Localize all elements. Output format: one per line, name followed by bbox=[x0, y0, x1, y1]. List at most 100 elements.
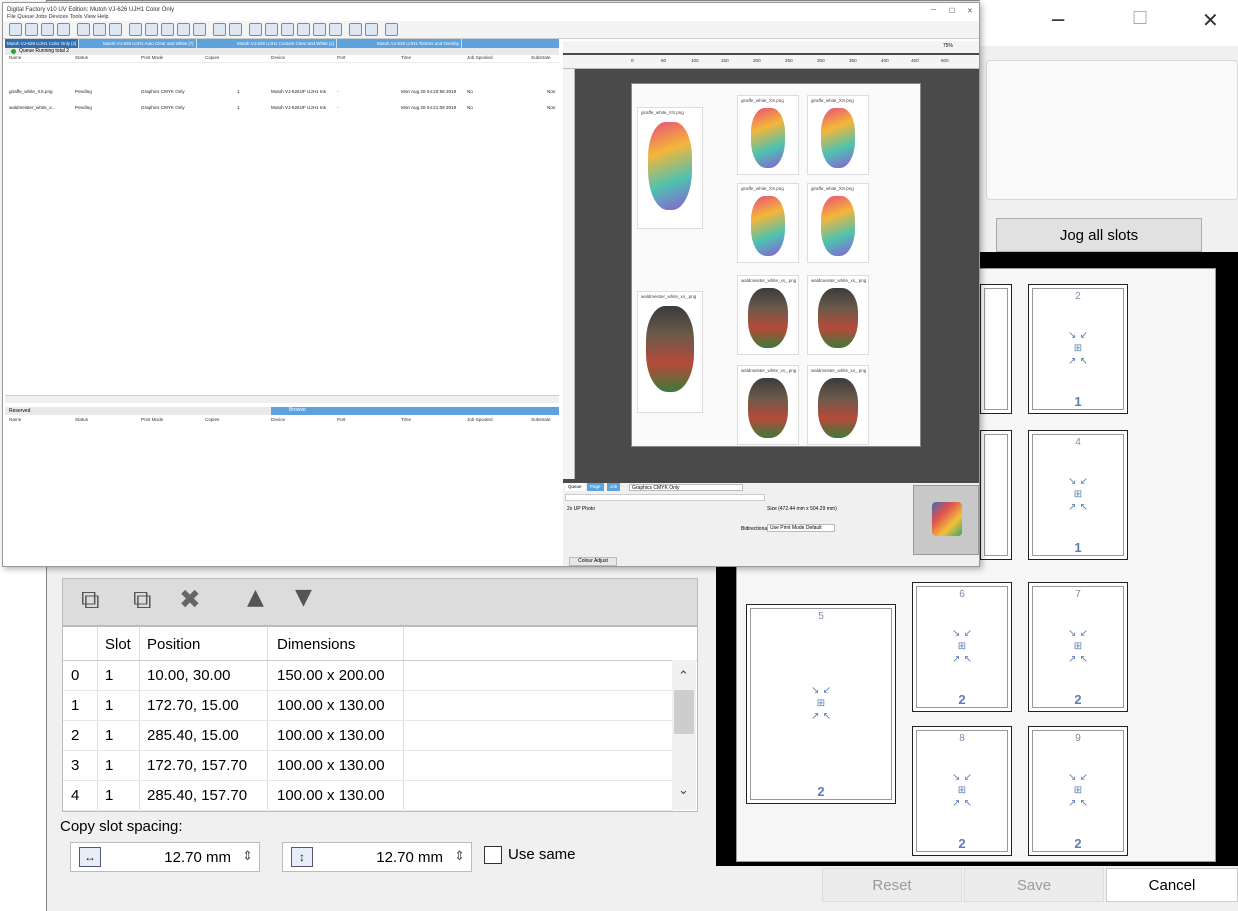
copy-slot-icon[interactable]: ⧉ bbox=[133, 585, 152, 616]
device-tab[interactable]: Mutoh VJ-626 UJH1 Color Only [2] bbox=[5, 39, 80, 48]
toolbar-tool-icon[interactable] bbox=[161, 23, 174, 36]
bidirectional-select[interactable]: Use Print Mode Default bbox=[767, 524, 835, 532]
table-row[interactable]: 0 1 10.00, 30.00 150.00 x 200.00 bbox=[63, 661, 673, 691]
toolbar-tool-icon[interactable] bbox=[177, 23, 190, 36]
toolbar-tool-icon[interactable] bbox=[297, 23, 310, 36]
table-row[interactable]: 1 1 172.70, 15.00 100.00 x 130.00 bbox=[63, 691, 673, 721]
job-thumbnail[interactable]: waldmeister_white_xs_.png bbox=[807, 365, 869, 445]
toolbar-tool-icon[interactable] bbox=[365, 23, 378, 36]
toolbar-tool-icon[interactable] bbox=[249, 23, 262, 36]
slot-2[interactable]: 2 ↘ ↙ ⊞ ↗ ↖ 1 bbox=[1028, 284, 1128, 414]
job-thumbnail[interactable]: giraffe_white_XS.png bbox=[737, 183, 799, 263]
column-header[interactable]: Port bbox=[337, 55, 345, 60]
toolbar-tool-icon[interactable] bbox=[129, 23, 142, 36]
move-down-icon[interactable]: ▼ bbox=[295, 585, 312, 610]
df-menubar[interactable]: File Queue Jobs Devices Tools View Help bbox=[7, 14, 109, 20]
spinner-icon[interactable]: ⇕ bbox=[454, 848, 465, 864]
slot-8[interactable]: 8 ↘ ↙ ⊞ ↗ ↖ 2 bbox=[912, 726, 1012, 856]
reset-button[interactable]: Reset bbox=[822, 868, 962, 902]
table-row[interactable]: 4 1 285.40, 157.70 100.00 x 130.00 bbox=[63, 781, 673, 811]
delete-icon[interactable]: ✖ bbox=[179, 585, 201, 615]
device-tab[interactable]: Mutoh VJ-626 UJH1 Custom Clear and White… bbox=[235, 39, 338, 48]
slot-partial[interactable] bbox=[980, 284, 1012, 414]
toolbar-tool-icon[interactable] bbox=[329, 23, 342, 36]
job-thumbnail[interactable]: giraffe_white_XS.png bbox=[637, 107, 703, 229]
toolbar-tool-icon[interactable] bbox=[57, 23, 70, 36]
tab-page[interactable]: Page bbox=[587, 483, 604, 491]
toolbar-tool-icon[interactable] bbox=[313, 23, 326, 36]
toolbar-tool-icon[interactable] bbox=[93, 23, 106, 36]
toolbar-tool-icon[interactable] bbox=[109, 23, 122, 36]
slot-4[interactable]: 4 ↘ ↙ ⊞ ↗ ↖ 1 bbox=[1028, 430, 1128, 560]
toolbar-tool-icon[interactable] bbox=[145, 23, 158, 36]
column-header-dimensions[interactable]: Dimensions bbox=[277, 636, 355, 653]
column-header-slot[interactable]: Slot bbox=[105, 636, 131, 653]
df-close-icon[interactable]: ✕ bbox=[967, 7, 973, 15]
jog-all-slots-button[interactable]: Jog all slots bbox=[996, 218, 1202, 252]
cancel-button[interactable]: Cancel bbox=[1106, 868, 1238, 902]
toolbar-tool-icon[interactable] bbox=[349, 23, 362, 36]
column-header[interactable]: Name bbox=[9, 417, 21, 422]
vertical-spacing-input[interactable]: ↕ 12.70 mm ⇕ bbox=[282, 842, 472, 872]
slot-partial[interactable] bbox=[980, 430, 1012, 560]
df-minimize-icon[interactable]: ─ bbox=[931, 7, 936, 14]
job-thumbnail[interactable]: giraffe_white_XS.png bbox=[807, 95, 869, 175]
table-row[interactable]: 2 1 285.40, 15.00 100.00 x 130.00 bbox=[63, 721, 673, 751]
add-slot-icon[interactable]: ⧉ bbox=[81, 585, 100, 616]
column-header[interactable]: Job Spooled bbox=[467, 417, 493, 422]
maximize-icon[interactable]: ☐ bbox=[1132, 8, 1148, 29]
toolbar-tool-icon[interactable] bbox=[9, 23, 22, 36]
zoom-level[interactable]: 75% bbox=[943, 43, 953, 49]
print-mode-select[interactable]: Graphics CMYK Only bbox=[629, 484, 743, 491]
browse-tab[interactable]: Browse bbox=[271, 407, 559, 415]
toolbar-tool-icon[interactable] bbox=[281, 23, 294, 36]
save-button[interactable]: Save bbox=[964, 868, 1104, 902]
move-up-icon[interactable]: ▲ bbox=[247, 585, 264, 610]
horizontal-spacing-input[interactable]: ↔ 12.70 mm ⇕ bbox=[70, 842, 260, 872]
scroll-up-icon[interactable]: ⌃ bbox=[678, 668, 689, 684]
slot-9[interactable]: 9 ↘ ↙ ⊞ ↗ ↖ 2 bbox=[1028, 726, 1128, 856]
slot-6[interactable]: 6 ↘ ↙ ⊞ ↗ ↖ 2 bbox=[912, 582, 1012, 712]
toolbar-tool-icon[interactable] bbox=[265, 23, 278, 36]
close-icon[interactable]: ✕ bbox=[1202, 8, 1219, 32]
df-maximize-icon[interactable]: ☐ bbox=[949, 7, 955, 15]
spinner-icon[interactable]: ⇕ bbox=[242, 848, 253, 864]
column-header[interactable]: Time bbox=[401, 55, 411, 60]
minimize-icon[interactable]: ─ bbox=[1052, 8, 1064, 32]
column-header[interactable]: Substrate bbox=[531, 55, 551, 60]
use-same-checkbox[interactable]: Use same bbox=[484, 846, 576, 865]
scrollbar-thumb[interactable] bbox=[674, 690, 694, 734]
job-thumbnail[interactable]: waldmeister_white_xs_.png bbox=[807, 275, 869, 355]
table-row[interactable]: 3 1 172.70, 157.70 100.00 x 130.00 bbox=[63, 751, 673, 781]
column-header-position[interactable]: Position bbox=[147, 636, 200, 653]
column-header[interactable]: Print Mode bbox=[141, 55, 163, 60]
toolbar-tool-icon[interactable] bbox=[213, 23, 226, 36]
job-thumbnail[interactable]: giraffe_white_XS.png bbox=[807, 183, 869, 263]
toolbar-tool-icon[interactable] bbox=[41, 23, 54, 36]
job-thumbnail[interactable]: waldmeister_white_xs_.png bbox=[637, 291, 703, 413]
device-tab[interactable]: Mutoh VJ-626 UJH1 Auto Clear and White [… bbox=[101, 39, 197, 48]
column-header[interactable]: Job Spooled bbox=[467, 55, 493, 60]
column-header[interactable]: Port bbox=[337, 417, 345, 422]
slot-5[interactable]: 5 ↘ ↙ ⊞ ↗ ↖ 2 bbox=[746, 604, 896, 804]
device-tab[interactable]: Mutoh VJ-626 UJH1 Tiebars and Overlay bbox=[375, 39, 463, 48]
job-thumbnail[interactable]: waldmeister_white_xs_.png bbox=[737, 275, 799, 355]
column-header[interactable]: Substrate bbox=[531, 417, 551, 422]
tab-queue[interactable]: Queue bbox=[565, 483, 585, 491]
tab-job[interactable]: Job bbox=[607, 483, 621, 491]
toolbar-tool-icon[interactable] bbox=[193, 23, 206, 36]
layout-select[interactable] bbox=[565, 494, 765, 501]
column-header[interactable]: Time bbox=[401, 417, 411, 422]
column-header[interactable]: Device bbox=[271, 417, 285, 422]
column-header[interactable]: Status bbox=[75, 55, 88, 60]
column-header[interactable]: Copies bbox=[205, 55, 219, 60]
column-header[interactable]: Status bbox=[75, 417, 88, 422]
scroll-down-icon[interactable]: ⌄ bbox=[678, 782, 689, 798]
toolbar-tool-icon[interactable] bbox=[229, 23, 242, 36]
toolbar-tool-icon[interactable] bbox=[385, 23, 398, 36]
toolbar-tool-icon[interactable] bbox=[77, 23, 90, 36]
job-thumbnail[interactable]: waldmeister_white_xs_.png bbox=[737, 365, 799, 445]
checkbox-box[interactable] bbox=[484, 846, 502, 865]
column-header[interactable]: Name bbox=[9, 55, 21, 60]
queue-hscrollbar[interactable] bbox=[5, 395, 559, 403]
